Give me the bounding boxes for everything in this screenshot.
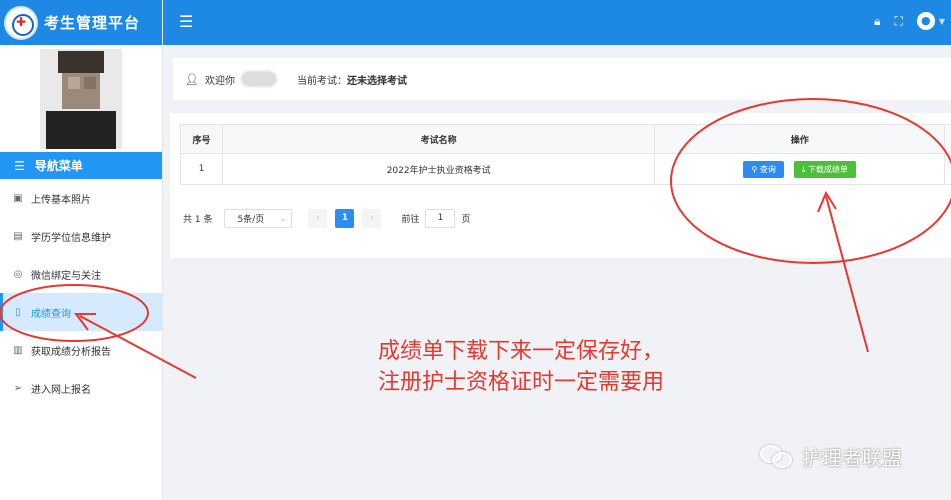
pagination: 共 1 条 5条/页 ⌄ ‹ 1 › 前往 1 页 [183,209,470,228]
exam-table-card: 序号 考试名称 操作 1 2022年护士执业资格考试 ⚲ 查询 ⤓ 下载成绩单 共… [170,113,951,258]
sidebar: 考生管理平台 ☰ 导航菜单 ▣ 上传基本照片 ▤ 学历学位信息维护 ◎ 微信绑定… [0,0,163,500]
topbar: ☰ 🔒︎ ⛶ ● ▼ [163,0,951,45]
annotation-line-1: 成绩单下载下来一定保存好， [378,339,665,364]
column-header-name: 考试名称 [221,124,656,154]
download-score-button[interactable]: ⤓ 下载成绩单 [793,160,856,178]
query-button[interactable]: ⚲ 查询 [743,160,784,178]
app-title: 考生管理平台 [44,14,141,32]
wechat-icon [760,443,794,471]
lock-icon[interactable]: 🔒︎ [874,14,880,29]
book-icon: ▤ [13,230,23,242]
report-icon: ▥ [13,344,23,356]
fullscreen-icon[interactable]: ⛶ [894,14,902,29]
list-icon: ☰ [14,158,25,173]
image-icon: ▣ [13,192,23,204]
watermark: 护理者联盟 [760,442,902,471]
document-icon: ▯ [15,306,21,318]
table-header-row: 序号 考试名称 操作 [180,124,951,154]
cell-extra [944,153,951,185]
page-size-select[interactable]: 5条/页 ⌄ [224,209,293,228]
user-avatar-icon[interactable]: ● [916,12,935,30]
menu-toggle-icon[interactable]: ☰ [179,12,193,31]
candidate-photo [40,49,122,149]
column-header-actions: 操作 [654,124,946,154]
annotation-line-2: 注册护士资格证时一定需要用 [378,370,665,395]
brand: 考生管理平台 [0,0,162,45]
goto-page-input[interactable]: 1 [425,209,456,228]
current-exam-value: 还未选择考试 [346,75,407,87]
greeting-text: 欢迎你 [204,75,235,87]
search-icon: ⚲ [751,164,760,174]
cell-actions: ⚲ 查询 ⤓ 下载成绩单 [654,153,946,185]
sidebar-item-label: 成绩查询 [31,308,71,320]
wechat-icon: ◎ [13,268,23,280]
sidebar-item-label: 进入网上报名 [31,384,91,396]
user-icon: 👤︎ [185,72,199,86]
sidebar-item-label: 微信绑定与关注 [31,270,101,282]
sidebar-item-wechat[interactable]: ◎ 微信绑定与关注 [0,255,162,293]
next-page-button[interactable]: › [362,209,382,228]
sidebar-item-score-query[interactable]: ▯ 成绩查询 [0,293,162,331]
chevron-down-icon: ⌄ [279,214,287,223]
current-page-button[interactable]: 1 [335,209,355,228]
column-header-extra [944,124,951,154]
photo-area [0,45,162,152]
sidebar-item-education[interactable]: ▤ 学历学位信息维护 [0,217,162,255]
sidebar-item-label: 上传基本照片 [31,194,91,206]
sidebar-item-report[interactable]: ▥ 获取成绩分析报告 [0,331,162,369]
watermark-text: 护理者联盟 [802,446,902,470]
total-count: 共 1 条 [183,215,213,225]
sidebar-item-registration[interactable]: ➢ 进入网上报名 [0,369,162,407]
cell-exam-name: 2022年护士执业资格考试 [221,153,656,185]
nav-header: ☰ 导航菜单 [0,152,162,179]
table-row: 1 2022年护士执业资格考试 ⚲ 查询 ⤓ 下载成绩单 [180,153,951,185]
sidebar-item-label: 学历学位信息维护 [31,232,111,244]
chevron-down-icon[interactable]: ▼ [939,17,945,26]
topbar-tools: 🔒︎ ⛶ ● ▼ [860,12,945,30]
logo [4,5,38,40]
goto-suffix: 页 [461,215,471,225]
cell-no: 1 [180,153,223,185]
column-header-no: 序号 [180,124,223,154]
blurred-username [240,71,277,87]
current-exam-label: 当前考试： [296,75,347,87]
nav-header-label: 导航菜单 [34,159,83,173]
annotation-text: 成绩单下载下来一定保存好， 注册护士资格证时一定需要用 [378,336,664,398]
sidebar-item-label: 获取成绩分析报告 [31,346,111,358]
prev-page-button[interactable]: ‹ [308,209,328,228]
sidebar-item-upload-photo[interactable]: ▣ 上传基本照片 [0,179,162,217]
goto-label: 前往 [401,215,420,225]
welcome-bar: 👤︎ 欢迎你 当前考试： 还未选择考试 [173,58,951,100]
send-icon: ➢ [13,382,23,394]
exam-table: 序号 考试名称 操作 1 2022年护士执业资格考试 ⚲ 查询 ⤓ 下载成绩单 [180,124,951,185]
